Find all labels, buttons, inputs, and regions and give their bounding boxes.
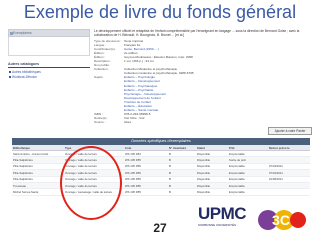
table-row: Michel Serres-Santé Ouvrage / sauvetage /… [12, 188, 310, 196]
sidebar-section-title: Autres catalogues [8, 62, 90, 68]
sidebar: Exemplaires Autres catalogues Autres bib… [8, 29, 90, 79]
sidebar-header[interactable]: Exemplaires [8, 29, 90, 37]
copies-table: Bibliothèque Type Cote N° inventaire Statut P… [12, 145, 310, 196]
record-description: Le développement officiel et rebaptisé d… [94, 29, 300, 37]
table-cell: Disponible [196, 188, 228, 196]
table-cell: Empruntable [228, 188, 268, 196]
sidebar-link-worldcat[interactable]: Worldcat-Zébulon [8, 75, 90, 79]
copies-header: Données spécifiques d'exemplaires [12, 138, 310, 145]
table-cell: WS 105 D55 [124, 188, 168, 196]
upmc-logo-subtitle: SORBONNE UNIVERSITÉS [198, 223, 237, 227]
copies-section: Données spécifiques d'exemplaires Biblio… [12, 138, 310, 196]
table-cell: Michel Serres-Santé [12, 188, 64, 196]
record-fields: Type de document : Texte imprimé Langue :F… [94, 39, 312, 124]
record-field-value: 1 vol. (366 p.) ; 24 cm [124, 59, 154, 64]
sidebar-header-label: Exemplaires [13, 31, 32, 35]
record-field-value: Abes [124, 119, 132, 124]
page-number: 27 [153, 221, 167, 235]
record-main: Le développement officiel et rebaptisé d… [94, 29, 312, 124]
sidebar-link-other-libraries[interactable]: Autres bibliothèques [8, 70, 90, 74]
add-to-cart-button[interactable]: Ajouter à votre Panier [268, 127, 312, 135]
record-field-row: Source : Abes [94, 120, 312, 124]
upmc-logo-text: UPMC [198, 204, 247, 223]
upmc-logo: UPMC SORBONNE UNIVERSITÉS [198, 205, 248, 235]
logo-circle-red [290, 212, 306, 228]
table-cell: B [168, 188, 196, 196]
logo-text: 3C [272, 212, 290, 228]
highlight-circle [60, 146, 122, 220]
record-field-label: Source : [94, 119, 106, 124]
catalog-screenshot: Exemplaires Autres catalogues Autres bib… [6, 27, 314, 220]
table-cell [268, 188, 310, 196]
library-logo: 3C [258, 210, 306, 230]
sidebar-box [8, 37, 90, 56]
tab-icon [10, 31, 13, 35]
slide-title: Exemple de livre du fonds général [23, 2, 297, 22]
